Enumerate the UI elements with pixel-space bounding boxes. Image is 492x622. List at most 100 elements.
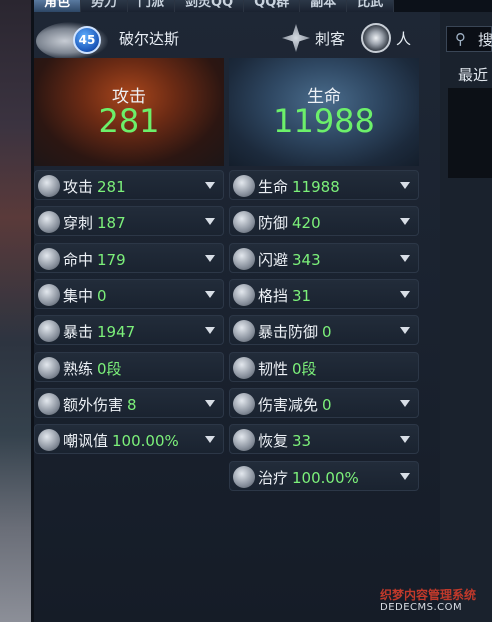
stat-value: 31 bbox=[292, 287, 312, 305]
stat-row-critical-defense[interactable]: 暴击防御 0 bbox=[229, 315, 419, 345]
dropdown-arrow-icon[interactable] bbox=[400, 327, 410, 334]
dropdown-arrow-icon[interactable] bbox=[205, 327, 215, 334]
dropdown-arrow-icon[interactable] bbox=[205, 218, 215, 225]
stat-label: 生命 bbox=[258, 178, 289, 196]
search-placeholder: 搜 bbox=[478, 31, 492, 49]
stat-value: 0 bbox=[322, 323, 332, 341]
game-scenery-background bbox=[0, 0, 34, 622]
stat-label: 嘲讽值 bbox=[63, 432, 109, 450]
stat-value: 100.00% bbox=[292, 469, 359, 487]
stat-row-defense[interactable]: 防御 420 bbox=[229, 206, 419, 236]
stat-row-toughness[interactable]: 韧性 0段 bbox=[229, 352, 419, 382]
dropdown-arrow-icon[interactable] bbox=[400, 473, 410, 480]
stat-row-regen[interactable]: 恢复 33 bbox=[229, 424, 419, 454]
dropdown-arrow-icon[interactable] bbox=[205, 182, 215, 189]
dropdown-arrow-icon[interactable] bbox=[400, 291, 410, 298]
stat-row-additional-damage[interactable]: 额外伤害 8 bbox=[34, 388, 224, 418]
tab-blade-qq[interactable]: 剑灵QQ bbox=[175, 0, 245, 12]
stat-value: 33 bbox=[292, 432, 312, 450]
dropdown-arrow-icon[interactable] bbox=[400, 255, 410, 262]
dropdown-arrow-icon[interactable] bbox=[400, 218, 410, 225]
tab-qq-group[interactable]: QQ群 bbox=[244, 0, 301, 12]
focus-icon bbox=[38, 284, 60, 306]
class-label: 刺客 bbox=[315, 30, 346, 48]
stat-row-heal[interactable]: 治疗 100.00% bbox=[229, 461, 419, 491]
stat-row-block[interactable]: 格挡 31 bbox=[229, 279, 419, 309]
hp-card-value: 11988 bbox=[273, 102, 375, 140]
stat-row-mastery[interactable]: 熟练 0段 bbox=[34, 352, 224, 382]
shield-icon bbox=[233, 211, 255, 233]
regen-icon bbox=[233, 429, 255, 451]
damage-reduction-icon bbox=[233, 393, 255, 415]
stat-value: 0 bbox=[322, 396, 332, 414]
stat-value: 11988 bbox=[292, 178, 340, 196]
top-tab-bar: 角色 势力 门派 剑灵QQ QQ群 副本 比武 bbox=[34, 0, 492, 12]
stat-value: 179 bbox=[97, 251, 126, 269]
stat-row-damage-reduction[interactable]: 伤害减免 0 bbox=[229, 388, 419, 418]
stat-value: 187 bbox=[97, 214, 126, 232]
mastery-icon bbox=[38, 357, 60, 379]
skull-icon bbox=[38, 429, 60, 451]
critical-icon bbox=[38, 320, 60, 342]
stat-label: 韧性 bbox=[258, 360, 289, 378]
stat-label: 额外伤害 bbox=[63, 396, 124, 414]
stat-value: 0段 bbox=[97, 360, 122, 378]
attack-summary-card: 攻击 281 bbox=[34, 58, 224, 166]
race-label: 人 bbox=[396, 30, 412, 48]
tab-dungeon[interactable]: 副本 bbox=[300, 0, 348, 12]
stat-label: 攻击 bbox=[63, 178, 94, 196]
level-badge: 45 bbox=[73, 26, 101, 54]
tab-sect[interactable]: 门派 bbox=[128, 0, 176, 12]
dropdown-arrow-icon[interactable] bbox=[400, 182, 410, 189]
stat-row-accuracy[interactable]: 命中 179 bbox=[34, 243, 224, 273]
block-icon bbox=[233, 284, 255, 306]
toughness-icon bbox=[233, 357, 255, 379]
tab-faction[interactable]: 势力 bbox=[81, 0, 129, 12]
dropdown-arrow-icon[interactable] bbox=[400, 436, 410, 443]
hp-summary-card: 生命 11988 bbox=[229, 58, 419, 166]
stat-row-evasion[interactable]: 闪避 343 bbox=[229, 243, 419, 273]
stat-value: 343 bbox=[292, 251, 321, 269]
dropdown-arrow-icon[interactable] bbox=[400, 400, 410, 407]
stat-value: 0段 bbox=[292, 360, 317, 378]
stat-row-threat[interactable]: 嘲讽值 100.00% bbox=[34, 424, 224, 454]
stat-row-pierce[interactable]: 穿刺 187 bbox=[34, 206, 224, 236]
stat-label: 格挡 bbox=[258, 287, 289, 305]
stat-row-attack[interactable]: 攻击 281 bbox=[34, 170, 224, 200]
attack-card-value: 281 bbox=[98, 102, 160, 140]
stat-label: 治疗 bbox=[258, 469, 289, 487]
dropdown-arrow-icon[interactable] bbox=[205, 255, 215, 262]
stat-label: 熟练 bbox=[63, 360, 94, 378]
dropdown-arrow-icon[interactable] bbox=[205, 436, 215, 443]
stat-label: 命中 bbox=[63, 251, 94, 269]
pierce-icon bbox=[38, 211, 60, 233]
race-icon bbox=[361, 23, 391, 53]
stat-value: 1947 bbox=[97, 323, 136, 341]
stat-label: 闪避 bbox=[258, 251, 289, 269]
accuracy-icon bbox=[38, 248, 60, 270]
tab-arena[interactable]: 比武 bbox=[347, 0, 395, 12]
stat-row-focus[interactable]: 集中 0 bbox=[34, 279, 224, 309]
recent-list bbox=[448, 88, 492, 178]
stat-label: 伤害减免 bbox=[258, 396, 319, 414]
stat-label: 恢复 bbox=[258, 432, 289, 450]
stat-label: 集中 bbox=[63, 287, 94, 305]
critical-defense-icon bbox=[233, 320, 255, 342]
watermark-title: 织梦内容管理系统 bbox=[380, 588, 477, 602]
watermark-url: DEDECMS.COM bbox=[380, 602, 463, 613]
stat-label: 穿刺 bbox=[63, 214, 94, 232]
tab-character[interactable]: 角色 bbox=[34, 0, 82, 12]
stat-row-hp[interactable]: 生命 11988 bbox=[229, 170, 419, 200]
stat-value: 420 bbox=[292, 214, 321, 232]
swords-icon bbox=[38, 175, 60, 197]
stat-label: 暴击 bbox=[63, 323, 94, 341]
stat-row-critical[interactable]: 暴击 1947 bbox=[34, 315, 224, 345]
dropdown-arrow-icon[interactable] bbox=[205, 291, 215, 298]
character-name: 破尔达斯 bbox=[119, 30, 180, 48]
dropdown-arrow-icon[interactable] bbox=[205, 400, 215, 407]
evasion-icon bbox=[233, 248, 255, 270]
search-icon[interactable]: ⚲ bbox=[455, 30, 466, 48]
stat-value: 8 bbox=[127, 396, 137, 414]
stat-value: 100.00% bbox=[112, 432, 179, 450]
recent-label: 最近 bbox=[458, 66, 489, 84]
